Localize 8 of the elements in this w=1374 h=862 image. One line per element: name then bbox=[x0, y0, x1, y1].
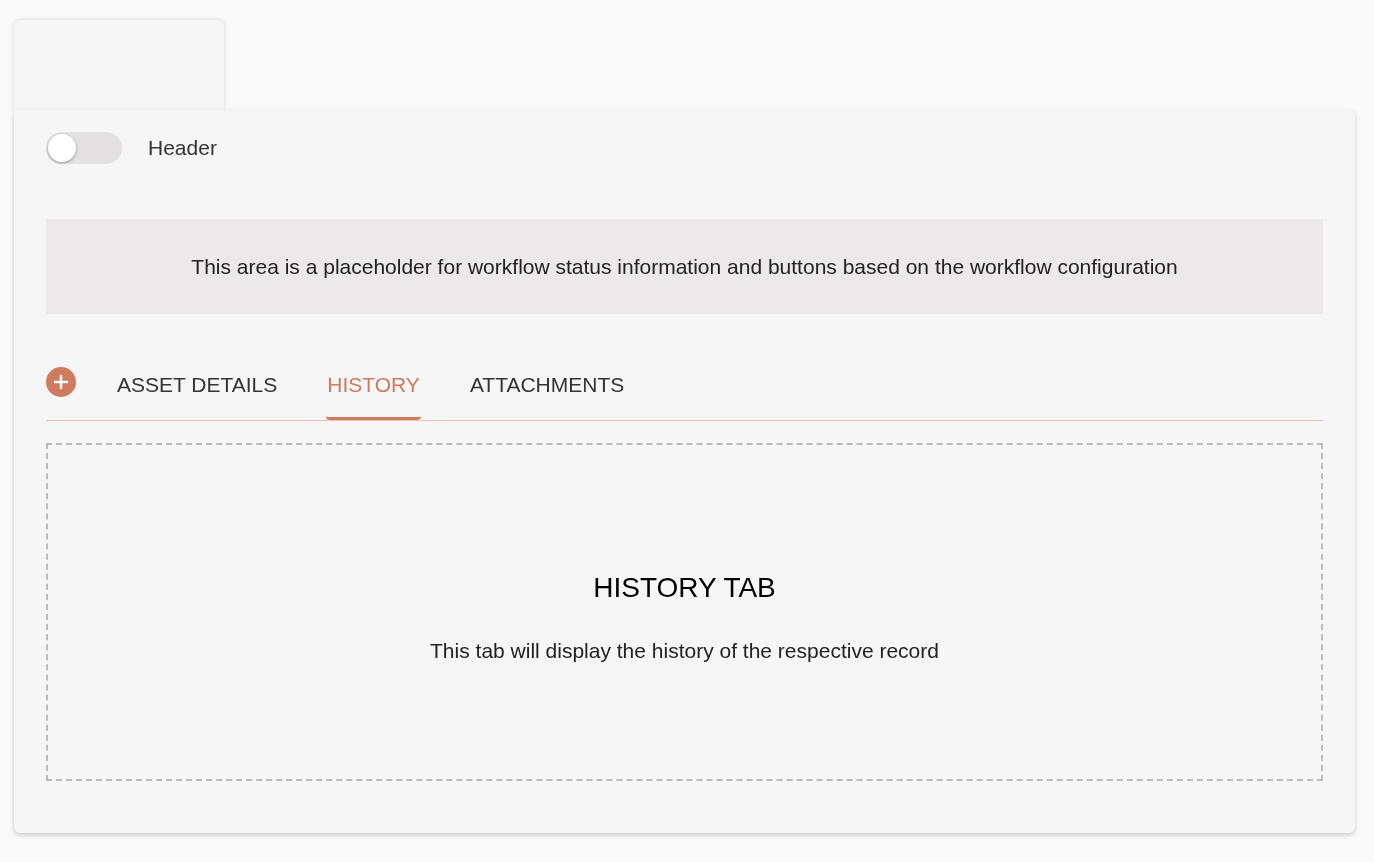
tab-content-description: This tab will display the history of the respective record bbox=[430, 638, 939, 665]
tab[interactable]: ASSET DETAILS bbox=[116, 352, 279, 420]
tab[interactable]: ATTACHMENTS bbox=[468, 352, 626, 420]
add-icon[interactable] bbox=[46, 367, 76, 397]
tab-content-title: HISTORY TAB bbox=[593, 571, 776, 606]
toggle-label: Header bbox=[148, 135, 217, 162]
header-toggle[interactable] bbox=[46, 132, 122, 164]
workflow-status-note: This area is a placeholder for workflow status information and buttons based on the workflow configuration bbox=[191, 253, 1178, 280]
